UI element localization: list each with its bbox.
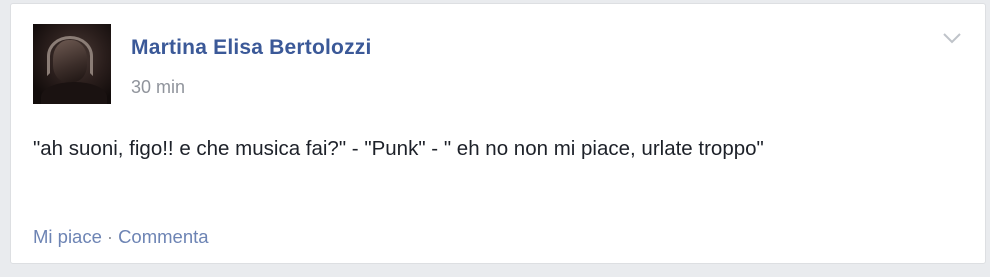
post-timestamp[interactable]: 30 min	[131, 77, 185, 98]
avatar-head-shape	[53, 40, 87, 82]
chevron-down-icon[interactable]	[941, 30, 963, 46]
author-name[interactable]: Martina Elisa Bertolozzi	[131, 36, 372, 60]
comment-link[interactable]: Commenta	[118, 226, 208, 247]
avatar-shoulder-shape	[41, 82, 107, 104]
post-card: Martina Elisa Bertolozzi 30 min "ah suon…	[10, 3, 986, 264]
like-link[interactable]: Mi piace	[33, 226, 102, 247]
avatar[interactable]	[33, 24, 111, 104]
action-separator: ·	[106, 226, 114, 247]
post-text: "ah suoni, figo!! e che musica fai?" - "…	[33, 137, 764, 160]
post-actions: Mi piace · Commenta	[33, 226, 209, 248]
